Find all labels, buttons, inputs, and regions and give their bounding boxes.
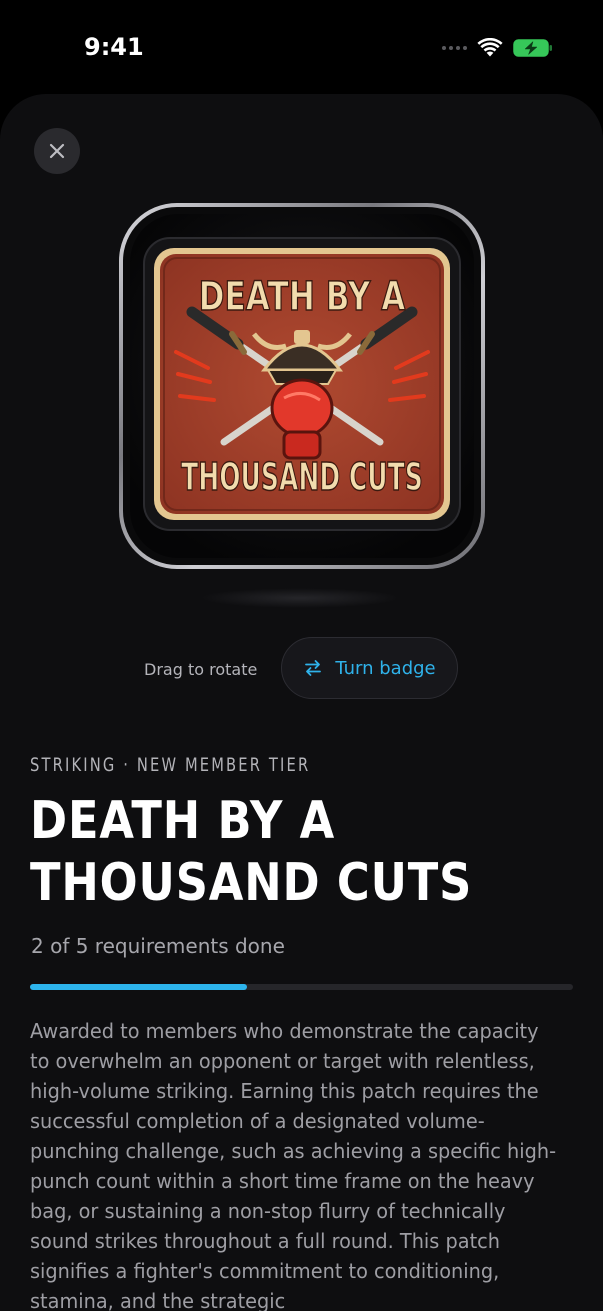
badge-description: Awarded to members who demonstrate the c… — [30, 1019, 557, 1311]
battery-charging-icon — [513, 39, 552, 57]
turn-badge-label: Turn badge — [335, 657, 436, 679]
status-icons — [442, 38, 553, 58]
status-bar: 9:41 — [0, 0, 603, 96]
badge-3d-view[interactable]: DEATH BY A THOUSAND CUTS — [118, 202, 486, 570]
drag-hint: Drag to rotate — [144, 660, 258, 679]
swap-arrows-icon — [305, 660, 322, 676]
progress-text: 2 of 5 requirements done — [31, 934, 285, 958]
badge-detail-sheet: DEATH BY A THOUSAND CUTS Drag to rotate … — [0, 94, 603, 1311]
progress-fill — [30, 984, 248, 990]
cellular-signal-icon — [442, 46, 467, 50]
badge-line2: THOUSAND CUTS — [181, 455, 423, 500]
badge-title: DEATH BY A THOUSAND CUTS — [30, 791, 473, 913]
progress-bar — [30, 984, 573, 990]
badge-line1: DEATH BY A — [199, 274, 406, 320]
close-button[interactable] — [34, 128, 80, 174]
close-icon — [49, 143, 65, 159]
badge-shadow — [200, 588, 400, 608]
category-eyebrow: STRIKING · NEW MEMBER TIER — [30, 754, 311, 776]
turn-badge-button[interactable]: Turn badge — [281, 637, 458, 699]
wifi-icon — [477, 38, 503, 57]
badge-patch-image: DEATH BY A THOUSAND CUTS — [119, 203, 485, 569]
status-time: 9:41 — [84, 33, 144, 61]
